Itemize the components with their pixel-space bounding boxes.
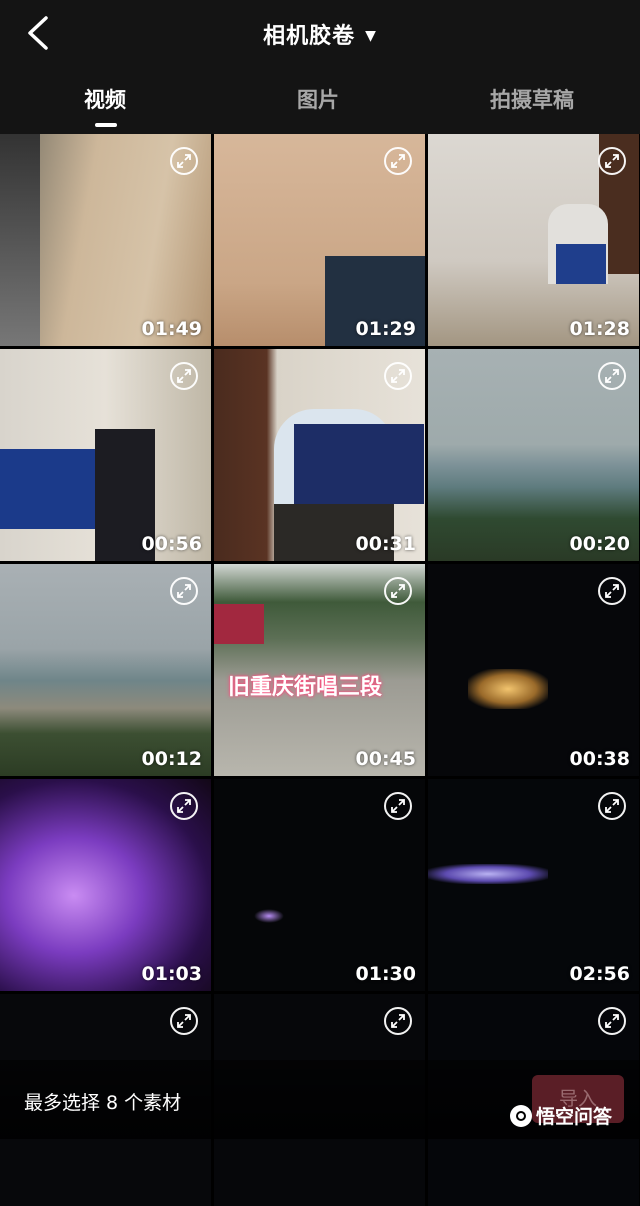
preview-button[interactable]: [384, 577, 412, 605]
preview-button[interactable]: [598, 1007, 626, 1035]
expand-icon: [605, 154, 619, 168]
active-tab-indicator: [95, 123, 117, 127]
tab-drafts[interactable]: 拍摄草稿: [490, 84, 574, 114]
expand-icon: [605, 799, 619, 813]
video-duration: 00:31: [355, 533, 416, 555]
tab-video[interactable]: 视频: [84, 84, 126, 114]
album-selector[interactable]: 相机胶卷 ▼: [0, 18, 640, 50]
flowers: [214, 604, 264, 644]
expand-icon: [391, 369, 405, 383]
watermark-text: 悟空问答: [536, 1106, 613, 1128]
album-title: 相机胶卷: [263, 24, 356, 49]
watermark: 悟空问答: [510, 1102, 612, 1129]
wukong-logo-icon: [510, 1105, 532, 1127]
expand-icon: [391, 1014, 405, 1028]
video-duration: 01:28: [569, 318, 630, 340]
preview-button[interactable]: [170, 792, 198, 820]
wall-shadow: [0, 134, 40, 346]
fountain-light: [428, 864, 548, 884]
expand-icon: [605, 1014, 619, 1028]
video-thumbnail[interactable]: 旧重庆街唱三段 00:45: [214, 564, 425, 776]
video-thumbnail[interactable]: 00:12: [0, 564, 211, 776]
video-thumbnail[interactable]: 01:28: [428, 134, 639, 346]
expand-icon: [177, 584, 191, 598]
dropdown-caret-icon: ▼: [365, 28, 377, 44]
video-grid: 01:49 01:29 01:28 00:56 00:31 00:20 00:1…: [0, 134, 640, 1206]
preview-button[interactable]: [170, 362, 198, 390]
preview-button[interactable]: [598, 577, 626, 605]
video-duration: 01:49: [141, 318, 202, 340]
video-duration: 00:38: [569, 748, 630, 770]
expand-icon: [605, 369, 619, 383]
expand-icon: [177, 154, 191, 168]
preview-button[interactable]: [598, 362, 626, 390]
video-duration: 00:20: [569, 533, 630, 555]
expand-icon: [391, 154, 405, 168]
preview-button[interactable]: [598, 792, 626, 820]
video-duration: 01:29: [355, 318, 416, 340]
video-thumbnail[interactable]: 01:49: [0, 134, 211, 346]
preview-button[interactable]: [384, 147, 412, 175]
expand-icon: [605, 584, 619, 598]
video-thumbnail[interactable]: 00:56: [0, 349, 211, 561]
video-thumbnail[interactable]: 01:30: [214, 779, 425, 991]
video-thumbnail[interactable]: 00:20: [428, 349, 639, 561]
video-duration: 00:45: [355, 748, 416, 770]
media-tabs: 视频 图片 拍摄草稿: [0, 84, 640, 124]
selection-limit-text: 最多选择 8 个素材: [24, 1092, 182, 1114]
video-duration: 02:56: [569, 963, 630, 985]
video-thumbnail[interactable]: 00:31: [214, 349, 425, 561]
video-duration: 00:12: [141, 748, 202, 770]
video-overlay-caption: 旧重庆街唱三段: [228, 675, 383, 700]
preview-button[interactable]: [170, 147, 198, 175]
accordion: [294, 424, 424, 504]
fountain-light: [468, 669, 548, 709]
preview-button[interactable]: [170, 1007, 198, 1035]
light-spot: [254, 909, 284, 923]
accordion: [0, 449, 100, 529]
expand-icon: [391, 799, 405, 813]
video-duration: 01:03: [141, 963, 202, 985]
preview-button[interactable]: [384, 1007, 412, 1035]
expand-icon: [177, 1014, 191, 1028]
expand-icon: [391, 584, 405, 598]
accordion: [556, 244, 606, 284]
preview-button[interactable]: [384, 792, 412, 820]
top-bar: 相机胶卷 ▼ 视频 图片 拍摄草稿: [0, 0, 640, 134]
video-thumbnail[interactable]: 01:29: [214, 134, 425, 346]
expand-icon: [177, 799, 191, 813]
video-thumbnail[interactable]: 01:03: [0, 779, 211, 991]
video-duration: 00:56: [141, 533, 202, 555]
expand-icon: [177, 369, 191, 383]
video-thumbnail[interactable]: 00:38: [428, 564, 639, 776]
preview-button[interactable]: [598, 147, 626, 175]
preview-button[interactable]: [170, 577, 198, 605]
tab-photo[interactable]: 图片: [297, 84, 339, 114]
preview-button[interactable]: [384, 362, 412, 390]
video-duration: 01:30: [355, 963, 416, 985]
video-thumbnail[interactable]: 02:56: [428, 779, 639, 991]
